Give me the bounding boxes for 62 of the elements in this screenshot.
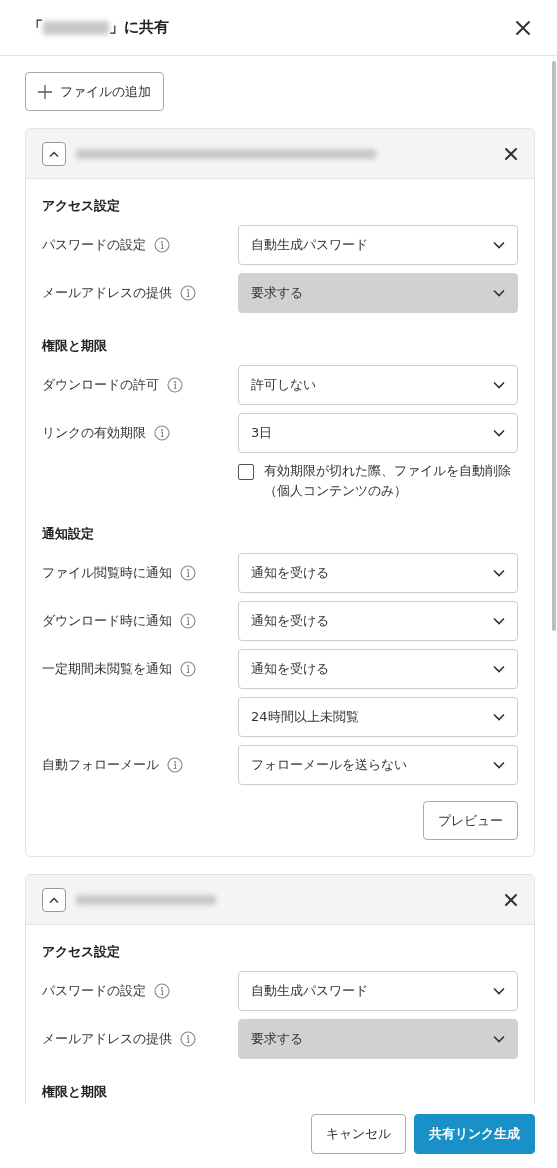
chevron-down-icon bbox=[493, 289, 505, 297]
close-icon bbox=[504, 892, 518, 907]
info-icon bbox=[167, 377, 183, 393]
chevron-down-icon bbox=[493, 569, 505, 577]
field-label: リンクの有効期限 bbox=[42, 424, 146, 442]
dropdown[interactable]: フォローメールを送らない bbox=[238, 745, 518, 785]
info-icon bbox=[180, 613, 196, 629]
create-link-button[interactable]: 共有リンク生成 bbox=[414, 1114, 535, 1154]
close-icon bbox=[504, 146, 518, 161]
chevron-down-icon bbox=[493, 713, 505, 721]
add-file-button[interactable]: ファイルの追加 bbox=[25, 72, 164, 111]
dropdown[interactable]: 通知を受ける bbox=[238, 601, 518, 641]
info-icon bbox=[180, 661, 196, 677]
info-icon bbox=[154, 237, 170, 253]
chevron-down-icon bbox=[493, 617, 505, 625]
field-label: 自動フォローメール bbox=[42, 756, 159, 774]
dropdown[interactable]: 自動生成パスワード bbox=[238, 971, 518, 1011]
checkbox-label: 有効期限が切れた際、ファイルを自動削除（個人コンテンツのみ） bbox=[264, 462, 512, 500]
info-icon bbox=[180, 285, 196, 301]
dropdown[interactable]: 通知を受ける bbox=[238, 649, 518, 689]
cancel-button[interactable]: キャンセル bbox=[311, 1114, 406, 1154]
dialog-title: 「 bbox=[28, 18, 43, 37]
chevron-up-icon bbox=[49, 150, 59, 157]
collapse-toggle[interactable] bbox=[42, 141, 66, 166]
preview-button[interactable]: プレビュー bbox=[423, 801, 518, 840]
dropdown[interactable]: 通知を受ける bbox=[238, 553, 518, 593]
chevron-down-icon bbox=[493, 381, 505, 389]
field-label: 一定期間未閲覧を通知 bbox=[42, 660, 172, 678]
dropdown[interactable]: 許可しない bbox=[238, 365, 518, 405]
section-title: 権限と期限 bbox=[42, 337, 108, 355]
info-icon bbox=[154, 425, 170, 441]
chevron-down-icon bbox=[493, 761, 505, 769]
info-icon bbox=[167, 757, 183, 773]
dropdown[interactable]: 24時間以上未閲覧 bbox=[238, 697, 518, 737]
field-label: ダウンロードの許可 bbox=[42, 376, 159, 394]
dropdown[interactable]: 3日 bbox=[238, 413, 518, 453]
plus-icon bbox=[38, 84, 52, 99]
field-label: ファイル閲覧時に通知 bbox=[42, 564, 172, 582]
close-icon bbox=[515, 19, 531, 36]
chevron-down-icon bbox=[493, 987, 505, 995]
scrollbar-thumb[interactable] bbox=[552, 61, 556, 631]
field-label: メールアドレスの提供 bbox=[42, 284, 172, 302]
chevron-down-icon bbox=[493, 1035, 505, 1043]
section-title: アクセス設定 bbox=[42, 943, 121, 961]
field-label: パスワードの設定 bbox=[42, 982, 146, 1000]
section-title: 通知設定 bbox=[42, 525, 95, 543]
info-icon bbox=[180, 1031, 196, 1047]
dropdown[interactable]: 自動生成パスワード bbox=[238, 225, 518, 265]
section-title: アクセス設定 bbox=[42, 197, 121, 215]
checkbox[interactable] bbox=[238, 464, 254, 480]
chevron-down-icon bbox=[493, 665, 505, 673]
field-label: ダウンロード時に通知 bbox=[42, 612, 172, 630]
info-icon bbox=[154, 983, 170, 999]
field-label: メールアドレスの提供 bbox=[42, 1030, 172, 1048]
chevron-up-icon bbox=[49, 896, 59, 903]
section-title: 権限と期限 bbox=[42, 1083, 108, 1101]
chevron-down-icon bbox=[493, 429, 505, 437]
field-label: パスワードの設定 bbox=[42, 236, 146, 254]
collapse-toggle[interactable] bbox=[42, 887, 66, 912]
info-icon bbox=[180, 565, 196, 581]
chevron-down-icon bbox=[493, 241, 505, 249]
dialog-title: 」に共有 bbox=[109, 18, 169, 37]
